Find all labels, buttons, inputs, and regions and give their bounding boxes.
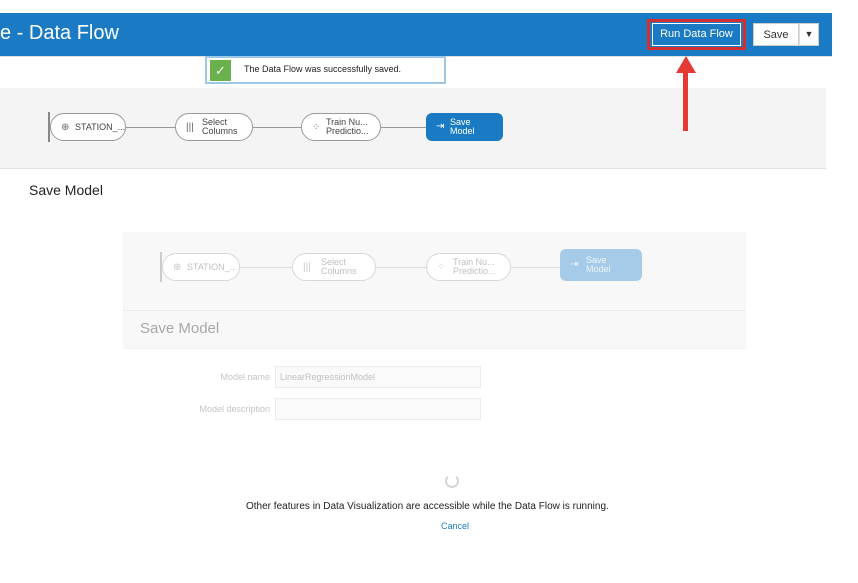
section-title: Save Model (29, 182, 103, 198)
loading-spinner-icon (445, 474, 459, 488)
flow-node-station: ⊕ STATION_... (162, 253, 240, 281)
dialog-divider (123, 310, 746, 311)
flow-diagram: ⊕ STATION_... ||| Select Columns ⁘ Train… (0, 88, 826, 168)
scatter-icon: ⁘ (437, 262, 446, 273)
flow-node-label: Columns (321, 266, 357, 276)
running-message: Other features in Data Visualization are… (246, 501, 609, 512)
flow-connector (376, 267, 426, 268)
scatter-icon: ⁘ (312, 122, 321, 133)
flow-node-label: Predictio... (326, 126, 369, 136)
page-title: e - Data Flow (0, 22, 119, 44)
columns-icon: ||| (186, 122, 194, 133)
band-divider (0, 168, 826, 169)
save-model-icon: ⇥ (570, 259, 579, 270)
save-button[interactable]: Save (753, 23, 799, 46)
flow-node-label: Model (586, 264, 611, 274)
flow-connector (240, 267, 292, 268)
flow-node-station[interactable]: ⊕ STATION_... (50, 113, 126, 141)
header-bar: e - Data Flow Run Data Flow Save ▼ (0, 13, 832, 56)
flow-node-train-numeric: ⁘ Train Nu... Predictio... (426, 253, 511, 281)
flow-node-select-columns: ||| Select Columns (292, 253, 376, 281)
checkmark-icon: ✓ (210, 60, 231, 81)
dialog-divider (123, 348, 746, 349)
model-description-field[interactable] (275, 398, 481, 420)
flow-node-label: Columns (202, 126, 238, 136)
flow-node-label: Model (450, 126, 475, 136)
success-toast: ✓ The Data Flow was successfully saved. (205, 56, 446, 84)
chevron-down-icon: ▼ (804, 29, 814, 39)
model-description-label: Model description (199, 404, 270, 414)
flow-connector (253, 127, 301, 128)
model-name-field[interactable]: LinearRegressionModel (275, 366, 481, 388)
flow-node-label: STATION_... (187, 262, 238, 272)
flow-node-train-numeric[interactable]: ⁘ Train Nu... Predictio... (301, 113, 381, 141)
flow-node-label: STATION_... (75, 122, 126, 132)
dialog-title: Save Model (140, 320, 220, 337)
columns-icon: ||| (303, 262, 311, 273)
flow-node-label: Predictio... (453, 266, 496, 276)
flow-connector (381, 127, 426, 128)
run-data-flow-button[interactable]: Run Data Flow (652, 23, 741, 46)
flow-connector (126, 127, 175, 128)
flow-node-save-model: ⇥ Save Model (560, 249, 642, 281)
data-source-icon: ⊕ (173, 262, 182, 273)
flow-node-select-columns[interactable]: ||| Select Columns (175, 113, 253, 141)
data-source-icon: ⊕ (61, 122, 70, 133)
flow-node-save-model[interactable]: ⇥ Save Model (426, 113, 503, 141)
arrow-shaft (683, 70, 688, 131)
model-name-label: Model name (220, 372, 270, 382)
cancel-link[interactable]: Cancel (441, 521, 469, 531)
toast-message: The Data Flow was successfully saved. (244, 64, 402, 74)
save-model-icon: ⇥ (436, 121, 445, 132)
save-options-dropdown[interactable]: ▼ (799, 23, 819, 46)
flow-connector (511, 267, 560, 268)
